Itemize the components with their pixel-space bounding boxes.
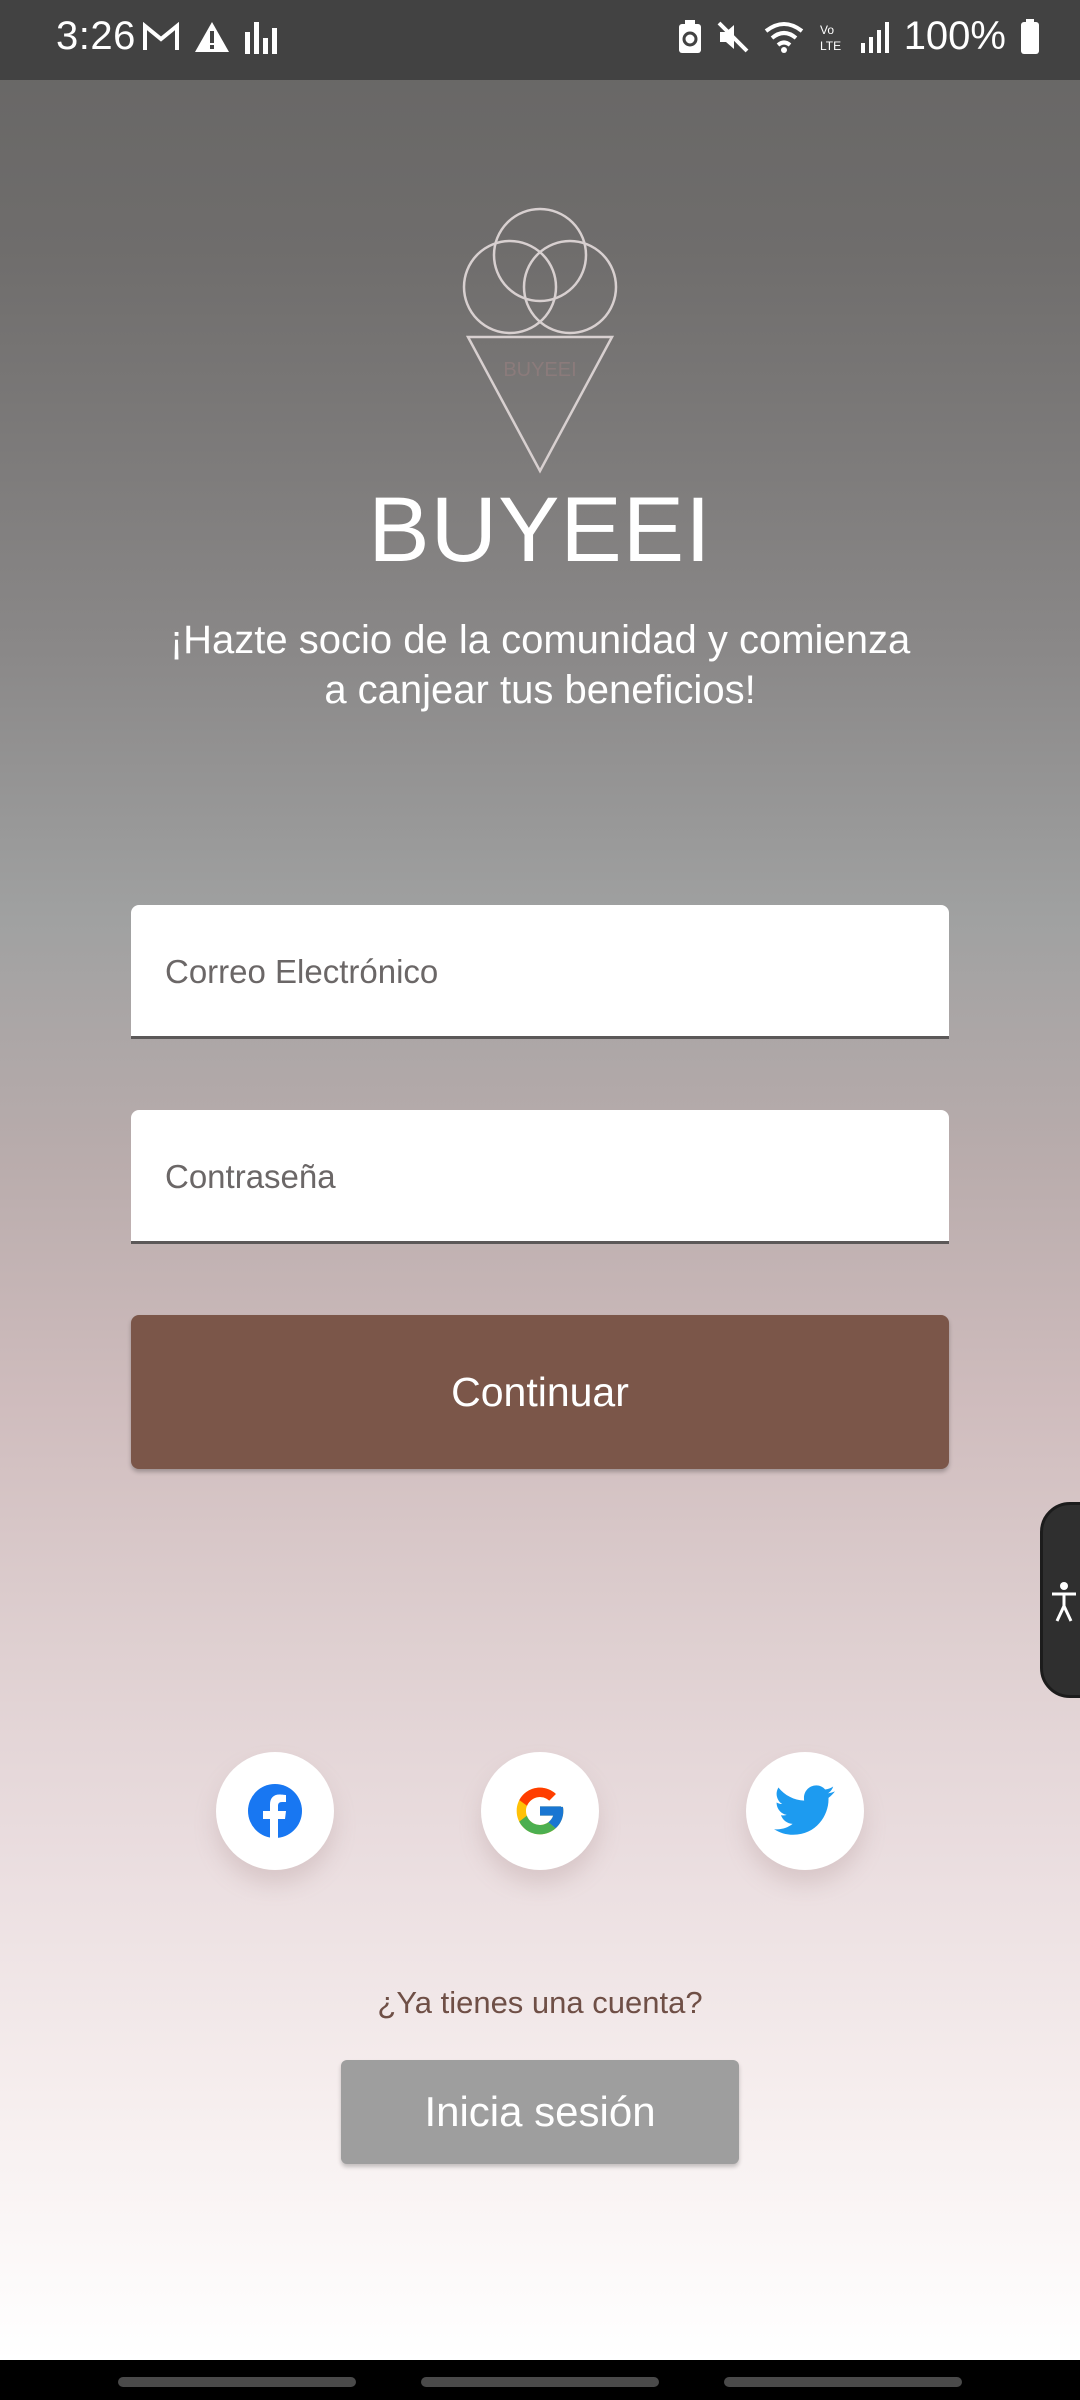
mute-icon xyxy=(716,20,750,54)
twitter-icon xyxy=(774,1785,835,1835)
email-field[interactable] xyxy=(131,905,949,1039)
warning-icon xyxy=(194,21,230,53)
status-bar: 3:26 Vo LTE 100% xyxy=(0,0,1080,80)
have-account-text: ¿Ya tienes una cuenta? xyxy=(377,1985,703,2020)
svg-text:Vo: Vo xyxy=(820,23,834,37)
battery-saver-icon xyxy=(678,19,702,54)
battery-percentage: 100% xyxy=(903,14,1006,58)
tagline-line-1: ¡Hazte socio de la comunidad y comienza xyxy=(169,618,911,662)
nav-back-button[interactable] xyxy=(724,2377,962,2387)
continue-button[interactable]: Continuar xyxy=(131,1315,949,1469)
login-button[interactable]: Inicia sesión xyxy=(341,2060,739,2164)
accessibility-tab[interactable] xyxy=(1040,1502,1080,1698)
email-input[interactable] xyxy=(163,905,927,1038)
nav-home-button[interactable] xyxy=(421,2377,659,2387)
facebook-icon xyxy=(248,1784,302,1839)
status-time: 3:26 xyxy=(56,14,136,58)
wifi-icon xyxy=(764,21,804,53)
facebook-login-button[interactable] xyxy=(216,1752,334,1870)
navigation-bar xyxy=(0,2360,1080,2400)
google-icon xyxy=(516,1787,564,1835)
twitter-login-button[interactable] xyxy=(746,1752,864,1870)
accessibility-icon xyxy=(1052,1582,1076,1622)
battery-icon xyxy=(1020,18,1040,55)
tagline-line-2: a canjear tus beneficios! xyxy=(324,668,756,712)
password-input[interactable] xyxy=(163,1110,927,1243)
google-login-button[interactable] xyxy=(481,1752,599,1870)
app-title: BUYEEI xyxy=(368,479,712,581)
volte-icon: Vo LTE xyxy=(818,21,846,53)
ice-cream-logo: BUYEEI xyxy=(462,205,618,475)
svg-text:LTE: LTE xyxy=(820,39,841,53)
password-field[interactable] xyxy=(131,1110,949,1244)
tagline: ¡Hazte socio de la comunidad y comienza … xyxy=(130,615,950,715)
signal-bars-icon xyxy=(244,20,278,54)
nav-recents-button[interactable] xyxy=(118,2377,356,2387)
gmail-icon xyxy=(142,22,180,52)
screen: 3:26 Vo LTE 100% BUYEEI BUYEEI ¡Hazte so… xyxy=(0,0,1080,2400)
logo-text: BUYEEI xyxy=(503,359,576,381)
cell-signal-icon xyxy=(860,21,890,53)
